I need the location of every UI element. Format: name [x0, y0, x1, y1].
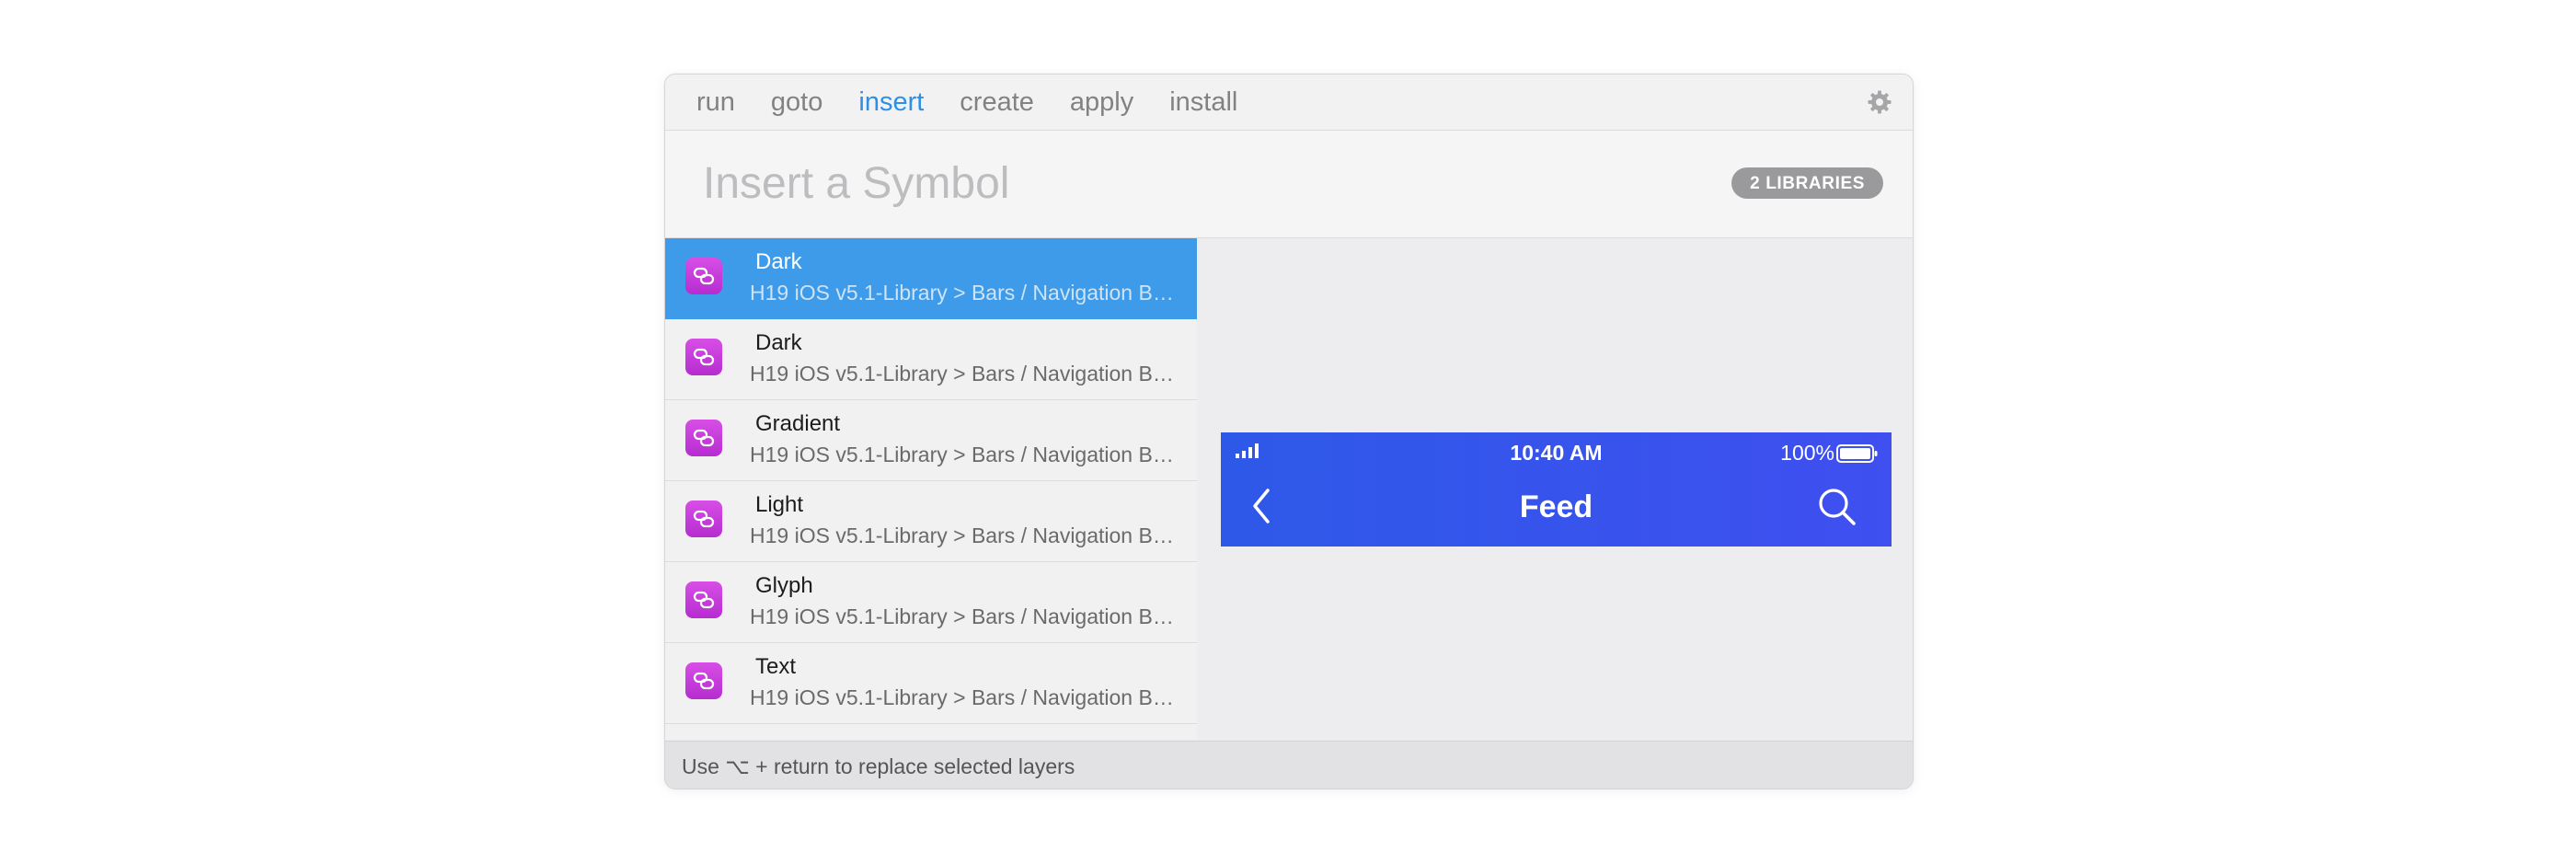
list-item[interactable]: Light H19 iOS v5.1-Library > Bars / Navi…: [665, 481, 1197, 562]
symbol-link-icon: [685, 662, 722, 699]
top-nav-bar: run goto insert create apply install: [665, 75, 1913, 131]
list-item[interactable]: Dark H19 iOS v5.1-Library > Bars / Navig…: [665, 238, 1197, 319]
tab-insert[interactable]: insert: [858, 87, 924, 118]
list-item-path: H19 iOS v5.1-Library > Bars / Navigation…: [750, 524, 1177, 547]
list-item-path: H19 iOS v5.1-Library > Bars / Navigation…: [750, 281, 1177, 305]
list-item-path: H19 iOS v5.1-Library > Bars / Navigation…: [750, 443, 1177, 466]
symbol-preview: 10:40 AM 100% Feed: [1221, 432, 1892, 547]
symbol-link-icon: [685, 258, 722, 294]
search-icon: [1818, 488, 1857, 531]
libraries-badge[interactable]: 2 LIBRARIES: [1731, 167, 1883, 199]
symbol-results-list[interactable]: Dark H19 iOS v5.1-Library > Bars / Navig…: [665, 238, 1197, 740]
status-footer: Use ⌥ + return to replace selected layer…: [665, 741, 1913, 788]
list-item-title: Text: [755, 654, 797, 679]
list-item-title: Glyph: [755, 573, 813, 598]
search-input[interactable]: Insert a Symbol: [703, 158, 1009, 209]
battery-percent: 100%: [1780, 441, 1834, 465]
list-item[interactable]: Glyph H19 iOS v5.1-Library > Bars / Navi…: [665, 562, 1197, 643]
tab-install[interactable]: install: [1169, 87, 1237, 118]
symbol-link-icon: [685, 420, 722, 456]
list-item-path: H19 iOS v5.1-Library > Bars / Navigation…: [750, 604, 1177, 628]
tab-goto[interactable]: goto: [771, 87, 822, 118]
search-header: Insert a Symbol 2 LIBRARIES: [665, 131, 1913, 238]
tab-create[interactable]: create: [960, 87, 1034, 118]
command-tabs: run goto insert create apply install: [696, 75, 1237, 130]
list-item[interactable]: Dark H19 iOS v5.1-Library > Bars / Navig…: [665, 319, 1197, 400]
tab-run[interactable]: run: [696, 87, 735, 118]
list-item-path: H19 iOS v5.1-Library > Bars / Navigation…: [750, 362, 1177, 385]
list-item-title: Dark: [755, 249, 802, 274]
symbol-link-icon: [685, 501, 722, 537]
footer-hint: Use ⌥ + return to replace selected layer…: [682, 754, 1075, 778]
list-item-title: Dark: [755, 330, 802, 355]
tab-apply[interactable]: apply: [1070, 87, 1133, 118]
symbol-link-icon: [685, 339, 722, 375]
battery-icon: [1836, 443, 1879, 468]
list-item-title: Gradient: [755, 411, 841, 436]
list-item[interactable]: Text H19 iOS v5.1-Library > Bars / Navig…: [665, 643, 1197, 724]
gear-icon[interactable]: [1867, 89, 1892, 115]
list-item-path: H19 iOS v5.1-Library > Bars / Navigation…: [750, 685, 1177, 709]
preview-nav-title: Feed: [1519, 489, 1593, 524]
insert-symbol-window: run goto insert create apply install Ins…: [664, 74, 1914, 789]
list-item[interactable]: Gradient H19 iOS v5.1-Library > Bars / N…: [665, 400, 1197, 481]
symbol-link-icon: [685, 581, 722, 618]
list-item-title: Light: [755, 492, 804, 517]
